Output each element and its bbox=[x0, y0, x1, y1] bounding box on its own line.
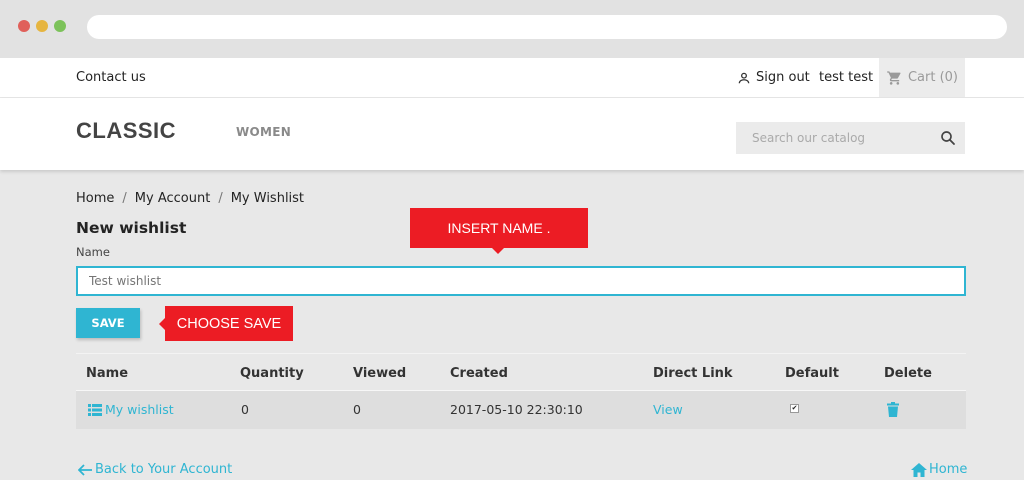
default-checkbox[interactable]: ✔ bbox=[790, 404, 799, 413]
viewed-cell: 0 bbox=[353, 402, 361, 417]
wishlist-name-label: My wishlist bbox=[105, 402, 174, 417]
site-header: CLASSIC WOMEN bbox=[0, 98, 1024, 170]
wishlist-table: Name Quantity Viewed Created Direct Link… bbox=[76, 353, 966, 429]
nav-item-women[interactable]: WOMEN bbox=[236, 125, 291, 139]
cart-button[interactable]: Cart (0) bbox=[879, 58, 965, 97]
breadcrumb-home[interactable]: Home bbox=[76, 191, 114, 206]
close-window-button[interactable] bbox=[18, 20, 30, 32]
browser-toolbar bbox=[0, 0, 1024, 58]
view-link[interactable]: View bbox=[653, 402, 683, 417]
column-header-quantity: Quantity bbox=[240, 366, 304, 381]
store-logo[interactable]: CLASSIC bbox=[76, 118, 176, 144]
sign-out-label: Sign out bbox=[756, 70, 810, 85]
breadcrumb-my-account[interactable]: My Account bbox=[135, 191, 211, 206]
breadcrumb-my-wishlist[interactable]: My Wishlist bbox=[231, 191, 304, 206]
home-link[interactable]: Home bbox=[911, 462, 967, 477]
column-header-viewed: Viewed bbox=[353, 366, 407, 381]
insert-name-callout: INSERT NAME . bbox=[410, 208, 588, 254]
search-box bbox=[736, 122, 965, 154]
back-to-account-link[interactable]: Back to Your Account bbox=[78, 462, 232, 477]
cart-icon bbox=[887, 70, 901, 85]
name-field-label: Name bbox=[76, 245, 110, 259]
column-header-default: Default bbox=[785, 366, 839, 381]
trash-icon[interactable] bbox=[887, 402, 899, 417]
account-link[interactable]: test test bbox=[819, 70, 873, 85]
home-icon bbox=[911, 462, 927, 477]
list-icon bbox=[88, 403, 102, 416]
address-bar[interactable] bbox=[87, 15, 1007, 39]
created-cell: 2017-05-10 22:30:10 bbox=[450, 402, 583, 417]
home-label: Home bbox=[929, 462, 968, 477]
column-header-name: Name bbox=[86, 366, 129, 381]
search-input[interactable] bbox=[736, 122, 936, 154]
wishlist-name-input[interactable] bbox=[76, 266, 966, 296]
cart-label: Cart (0) bbox=[907, 70, 959, 85]
breadcrumb: Home / My Account / My Wishlist bbox=[76, 191, 304, 206]
column-header-delete: Delete bbox=[884, 366, 932, 381]
page-title: New wishlist bbox=[76, 219, 187, 237]
back-to-account-label: Back to Your Account bbox=[95, 462, 233, 477]
column-header-created: Created bbox=[450, 366, 508, 381]
user-icon bbox=[738, 72, 750, 83]
arrow-left-icon bbox=[78, 463, 92, 476]
search-icon[interactable] bbox=[939, 129, 957, 147]
table-row: My wishlist 0 0 2017-05-10 22:30:10 View… bbox=[76, 391, 966, 429]
wishlist-name-link[interactable]: My wishlist bbox=[88, 402, 174, 417]
breadcrumb-separator: / bbox=[218, 191, 223, 206]
choose-save-callout: CHOOSE SAVE bbox=[159, 306, 293, 341]
sign-out-link[interactable]: Sign out bbox=[737, 70, 810, 85]
save-button[interactable]: SAVE bbox=[76, 308, 140, 338]
contact-link[interactable]: Contact us bbox=[76, 70, 146, 85]
column-header-direct-link: Direct Link bbox=[653, 366, 733, 381]
quantity-cell: 0 bbox=[241, 402, 249, 417]
breadcrumb-separator: / bbox=[122, 191, 127, 206]
minimize-window-button[interactable] bbox=[36, 20, 48, 32]
top-nav: Contact us Sign out test test Cart (0) bbox=[0, 58, 1024, 98]
maximize-window-button[interactable] bbox=[54, 20, 66, 32]
table-header: Name Quantity Viewed Created Direct Link… bbox=[76, 353, 966, 391]
